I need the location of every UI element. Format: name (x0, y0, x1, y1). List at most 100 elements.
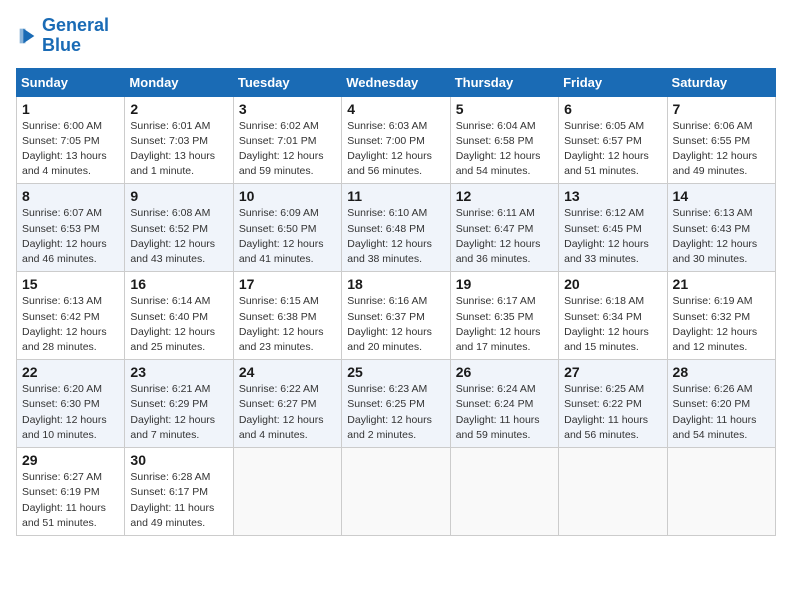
day-info: Sunrise: 6:22 AM Sunset: 6:27 PM Dayligh… (239, 382, 336, 443)
day-info: Sunrise: 6:16 AM Sunset: 6:37 PM Dayligh… (347, 294, 444, 355)
weekday-header-sunday: Sunday (17, 68, 125, 96)
empty-day-cell (233, 448, 341, 536)
calendar-day-21: 21 Sunrise: 6:19 AM Sunset: 6:32 PM Dayli… (667, 272, 775, 360)
day-info: Sunrise: 6:25 AM Sunset: 6:22 PM Dayligh… (564, 382, 661, 443)
day-number: 3 (239, 101, 336, 117)
day-number: 29 (22, 452, 119, 468)
day-number: 12 (456, 188, 553, 204)
day-number: 21 (673, 276, 770, 292)
day-info: Sunrise: 6:18 AM Sunset: 6:34 PM Dayligh… (564, 294, 661, 355)
day-number: 7 (673, 101, 770, 117)
day-number: 26 (456, 364, 553, 380)
day-number: 2 (130, 101, 227, 117)
day-info: Sunrise: 6:23 AM Sunset: 6:25 PM Dayligh… (347, 382, 444, 443)
calendar-day-26: 26 Sunrise: 6:24 AM Sunset: 6:24 PM Dayli… (450, 360, 558, 448)
calendar-day-28: 28Sunrise: 6:26 AM Sunset: 6:20 PM Dayli… (667, 360, 775, 448)
calendar-day-4: 4 Sunrise: 6:03 AM Sunset: 7:00 PM Daylig… (342, 96, 450, 184)
day-info: Sunrise: 6:08 AM Sunset: 6:52 PM Dayligh… (130, 206, 227, 267)
calendar-day-8: 8 Sunrise: 6:07 AM Sunset: 6:53 PM Daylig… (17, 184, 125, 272)
day-number: 18 (347, 276, 444, 292)
empty-day-cell (450, 448, 558, 536)
calendar-day-17: 17 Sunrise: 6:15 AM Sunset: 6:38 PM Dayli… (233, 272, 341, 360)
calendar-day-18: 18 Sunrise: 6:16 AM Sunset: 6:37 PM Dayli… (342, 272, 450, 360)
weekday-header-friday: Friday (559, 68, 667, 96)
day-info: Sunrise: 6:27 AM Sunset: 6:19 PM Dayligh… (22, 470, 119, 531)
empty-day-cell (342, 448, 450, 536)
day-info: Sunrise: 6:24 AM Sunset: 6:24 PM Dayligh… (456, 382, 553, 443)
day-info: Sunrise: 6:15 AM Sunset: 6:38 PM Dayligh… (239, 294, 336, 355)
day-number: 23 (130, 364, 227, 380)
day-info: Sunrise: 6:09 AM Sunset: 6:50 PM Dayligh… (239, 206, 336, 267)
weekday-header-thursday: Thursday (450, 68, 558, 96)
calendar-day-12: 12 Sunrise: 6:11 AM Sunset: 6:47 PM Dayli… (450, 184, 558, 272)
day-info: Sunrise: 6:00 AM Sunset: 7:05 PM Dayligh… (22, 119, 119, 180)
calendar-day-1: 1 Sunrise: 6:00 AM Sunset: 7:05 PM Daylig… (17, 96, 125, 184)
calendar-day-15: 15Sunrise: 6:13 AM Sunset: 6:42 PM Dayli… (17, 272, 125, 360)
calendar-day-30: 30 Sunrise: 6:28 AM Sunset: 6:17 PM Dayli… (125, 448, 233, 536)
day-info: Sunrise: 6:21 AM Sunset: 6:29 PM Dayligh… (130, 382, 227, 443)
day-number: 17 (239, 276, 336, 292)
day-number: 8 (22, 188, 119, 204)
day-info: Sunrise: 6:06 AM Sunset: 6:55 PM Dayligh… (673, 119, 770, 180)
calendar-day-23: 23 Sunrise: 6:21 AM Sunset: 6:29 PM Dayli… (125, 360, 233, 448)
day-number: 11 (347, 188, 444, 204)
logo-icon (16, 25, 38, 47)
calendar-day-20: 20 Sunrise: 6:18 AM Sunset: 6:34 PM Dayli… (559, 272, 667, 360)
day-number: 30 (130, 452, 227, 468)
day-info: Sunrise: 6:13 AM Sunset: 6:42 PM Dayligh… (22, 294, 119, 355)
empty-day-cell (559, 448, 667, 536)
calendar-header: SundayMondayTuesdayWednesdayThursdayFrid… (17, 68, 776, 96)
day-info: Sunrise: 6:04 AM Sunset: 6:58 PM Dayligh… (456, 119, 553, 180)
day-number: 20 (564, 276, 661, 292)
day-info: Sunrise: 6:20 AM Sunset: 6:30 PM Dayligh… (22, 382, 119, 443)
day-info: Sunrise: 6:12 AM Sunset: 6:45 PM Dayligh… (564, 206, 661, 267)
calendar-day-9: 9 Sunrise: 6:08 AM Sunset: 6:52 PM Daylig… (125, 184, 233, 272)
day-number: 6 (564, 101, 661, 117)
day-number: 1 (22, 101, 119, 117)
day-number: 9 (130, 188, 227, 204)
day-info: Sunrise: 6:17 AM Sunset: 6:35 PM Dayligh… (456, 294, 553, 355)
calendar-day-3: 3Sunrise: 6:02 AM Sunset: 7:01 PM Daylig… (233, 96, 341, 184)
day-info: Sunrise: 6:10 AM Sunset: 6:48 PM Dayligh… (347, 206, 444, 267)
calendar-day-2: 2 Sunrise: 6:01 AM Sunset: 7:03 PM Daylig… (125, 96, 233, 184)
calendar-day-5: 5 Sunrise: 6:04 AM Sunset: 6:58 PM Daylig… (450, 96, 558, 184)
day-info: Sunrise: 6:11 AM Sunset: 6:47 PM Dayligh… (456, 206, 553, 267)
weekday-header-wednesday: Wednesday (342, 68, 450, 96)
calendar-day-10: 10 Sunrise: 6:09 AM Sunset: 6:50 PM Dayli… (233, 184, 341, 272)
calendar-day-11: 11 Sunrise: 6:10 AM Sunset: 6:48 PM Dayli… (342, 184, 450, 272)
calendar-table: SundayMondayTuesdayWednesdayThursdayFrid… (16, 68, 776, 536)
day-number: 14 (673, 188, 770, 204)
day-info: Sunrise: 6:07 AM Sunset: 6:53 PM Dayligh… (22, 206, 119, 267)
day-info: Sunrise: 6:05 AM Sunset: 6:57 PM Dayligh… (564, 119, 661, 180)
day-info: Sunrise: 6:01 AM Sunset: 7:03 PM Dayligh… (130, 119, 227, 180)
day-number: 25 (347, 364, 444, 380)
day-number: 10 (239, 188, 336, 204)
weekday-header-tuesday: Tuesday (233, 68, 341, 96)
day-info: Sunrise: 6:13 AM Sunset: 6:43 PM Dayligh… (673, 206, 770, 267)
page-header: General Blue (16, 16, 776, 56)
day-info: Sunrise: 6:14 AM Sunset: 6:40 PM Dayligh… (130, 294, 227, 355)
calendar-day-13: 13Sunrise: 6:12 AM Sunset: 6:45 PM Dayli… (559, 184, 667, 272)
calendar-day-14: 14 Sunrise: 6:13 AM Sunset: 6:43 PM Dayli… (667, 184, 775, 272)
calendar-day-19: 19 Sunrise: 6:17 AM Sunset: 6:35 PM Dayli… (450, 272, 558, 360)
calendar-day-16: 16Sunrise: 6:14 AM Sunset: 6:40 PM Dayli… (125, 272, 233, 360)
day-info: Sunrise: 6:28 AM Sunset: 6:17 PM Dayligh… (130, 470, 227, 531)
weekday-header-monday: Monday (125, 68, 233, 96)
day-number: 19 (456, 276, 553, 292)
calendar-day-7: 7 Sunrise: 6:06 AM Sunset: 6:55 PM Daylig… (667, 96, 775, 184)
day-number: 27 (564, 364, 661, 380)
logo-text: General Blue (42, 16, 109, 56)
empty-day-cell (667, 448, 775, 536)
calendar-week-3: 15Sunrise: 6:13 AM Sunset: 6:42 PM Dayli… (17, 272, 776, 360)
day-info: Sunrise: 6:03 AM Sunset: 7:00 PM Dayligh… (347, 119, 444, 180)
day-number: 4 (347, 101, 444, 117)
calendar-day-24: 24Sunrise: 6:22 AM Sunset: 6:27 PM Dayli… (233, 360, 341, 448)
day-info: Sunrise: 6:26 AM Sunset: 6:20 PM Dayligh… (673, 382, 770, 443)
day-number: 5 (456, 101, 553, 117)
day-info: Sunrise: 6:19 AM Sunset: 6:32 PM Dayligh… (673, 294, 770, 355)
day-number: 22 (22, 364, 119, 380)
logo: General Blue (16, 16, 109, 56)
weekday-header-saturday: Saturday (667, 68, 775, 96)
calendar-week-5: 29 Sunrise: 6:27 AM Sunset: 6:19 PM Dayli… (17, 448, 776, 536)
calendar-day-27: 27 Sunrise: 6:25 AM Sunset: 6:22 PM Dayli… (559, 360, 667, 448)
